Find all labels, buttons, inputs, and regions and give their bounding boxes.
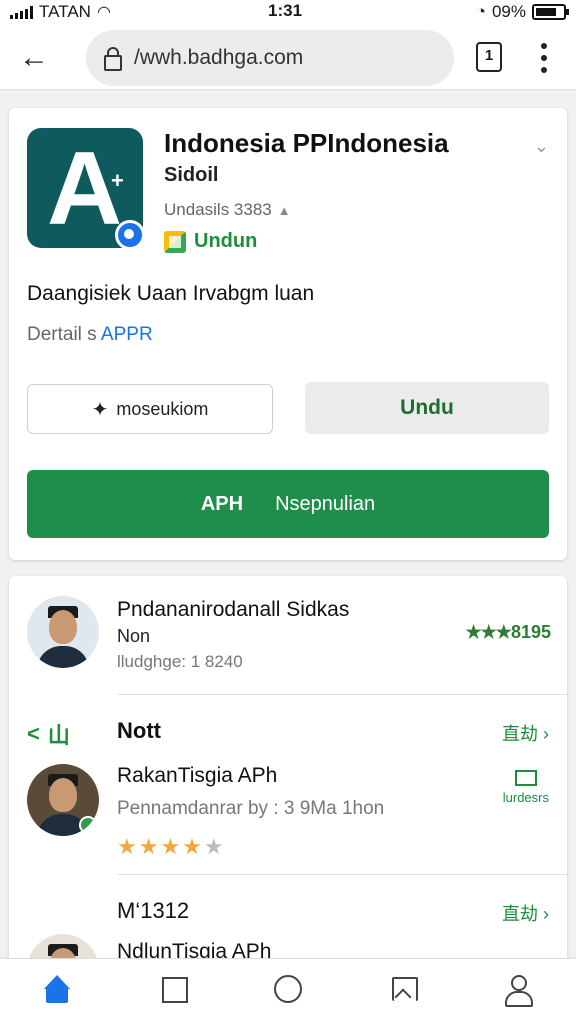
square-icon[interactable]: [160, 975, 190, 1005]
circle-icon[interactable]: [274, 975, 304, 1005]
status-left: TATAN ◠: [10, 2, 111, 22]
download-apk-label: Nsepnulian: [275, 492, 376, 515]
share-icon: <: [27, 721, 40, 746]
clock: 1:31: [268, 1, 303, 20]
app-card: A + Indonesia PPIndonesia ⌄ Sidoil Undas…: [9, 108, 567, 560]
secondary-install-button[interactable]: Undu: [305, 382, 549, 434]
chevron-right-icon: ›: [543, 904, 549, 924]
apk-label: APH: [200, 492, 244, 515]
alarm-icon: ◔: [475, 2, 486, 21]
status-bar: TATAN ◠ 1:31 ◔ 09%: [0, 0, 576, 26]
signal-icon: [10, 5, 33, 19]
arrow-icon: ▲: [277, 203, 291, 218]
lock-icon: [104, 47, 122, 71]
section-glyph: 山: [47, 723, 70, 748]
sparkle-icon: ✦: [91, 398, 109, 421]
store-icon: [164, 230, 186, 253]
app-title: Indonesia PPIndonesia: [164, 128, 449, 158]
url-text: /wwh.badhga.com: [134, 46, 304, 69]
section-header-icons[interactable]: < 山: [27, 718, 70, 750]
details-label: Dertail s: [27, 324, 97, 345]
divider: [117, 694, 567, 695]
battery-percent: 09%: [491, 2, 526, 21]
star-icons: ★★★★: [117, 834, 204, 859]
section-more-label: 直劫: [501, 904, 538, 924]
related-list-card: Pndananirodanall Sidkas Non lludghge: 1 …: [9, 576, 567, 1006]
section-title: Nott: [117, 718, 161, 743]
details-link[interactable]: APPR: [101, 324, 153, 345]
browser-toolbar: ← /wwh.badhga.com 1: [0, 26, 576, 90]
details-row: Dertail s APPR: [27, 324, 153, 346]
avatar[interactable]: [27, 596, 99, 668]
address-bar[interactable]: /wwh.badhga.com: [86, 30, 454, 86]
status-right: ◔ 09%: [475, 2, 569, 22]
home-icon[interactable]: [44, 975, 74, 1005]
outline-button[interactable]: ✦ moseukiom: [27, 384, 273, 434]
more-menu-icon[interactable]: [536, 40, 552, 76]
rating-value: 8195: [510, 622, 551, 642]
download-apk-button[interactable]: APH Nsepnulian: [27, 470, 549, 538]
list-item-meta: Pennamdanrar by : 3 9Ma 1hon: [117, 798, 385, 819]
avatar[interactable]: [27, 764, 99, 836]
outline-button-label: moseukiom: [116, 398, 209, 419]
install-link[interactable]: Undun: [164, 230, 257, 253]
list-item-action[interactable]: lurdesrs: [503, 770, 549, 805]
divider: [117, 874, 567, 875]
list-item-meta: lludghge: 1 8240: [117, 652, 243, 671]
user-icon[interactable]: [504, 975, 534, 1007]
star-icons: ★★★: [465, 622, 512, 642]
app-icon[interactable]: A +: [27, 128, 145, 250]
section-title: M‘1312: [117, 898, 190, 923]
app-developer: Sidoil: [164, 164, 219, 186]
star-icons-empty: ★: [203, 834, 226, 859]
chevron-down-icon[interactable]: ⌄: [534, 136, 549, 157]
section-more-link[interactable]: 直劫 ›: [502, 900, 549, 926]
section-more-label: 直劫: [501, 724, 538, 744]
list-item-rating: ★★★8195: [466, 622, 551, 643]
list-item-title[interactable]: Pndananirodanall Sidkas: [117, 598, 349, 622]
wifi-icon: ◠: [96, 4, 111, 21]
verified-badge-icon: [115, 220, 145, 250]
list-item-action-label: lurdesrs: [502, 790, 549, 805]
back-arrow-icon[interactable]: ←: [16, 40, 52, 76]
list-item-subtitle: Non: [117, 626, 151, 646]
section-more-link[interactable]: 直劫 ›: [502, 720, 549, 746]
bottom-navigation: [0, 958, 576, 1024]
bookmark-icon[interactable]: [390, 975, 420, 1005]
app-description: Daangisiek Uaan Irvabgm luan: [27, 282, 315, 305]
install-label: Undun: [194, 230, 258, 252]
carrier-name: TATAN: [39, 2, 91, 21]
status-dot-icon: [79, 816, 97, 834]
download-count-text: Undasils 3383: [164, 200, 272, 219]
battery-icon: [532, 4, 569, 20]
download-count: Undasils 3383 ▲: [164, 200, 291, 220]
chevron-right-icon: ›: [543, 724, 549, 744]
tabs-button[interactable]: 1: [476, 42, 502, 72]
window-icon: [514, 770, 537, 786]
list-item-title[interactable]: RakanTisgia APh: [117, 764, 277, 788]
star-rating: ★★★★★: [117, 834, 226, 860]
